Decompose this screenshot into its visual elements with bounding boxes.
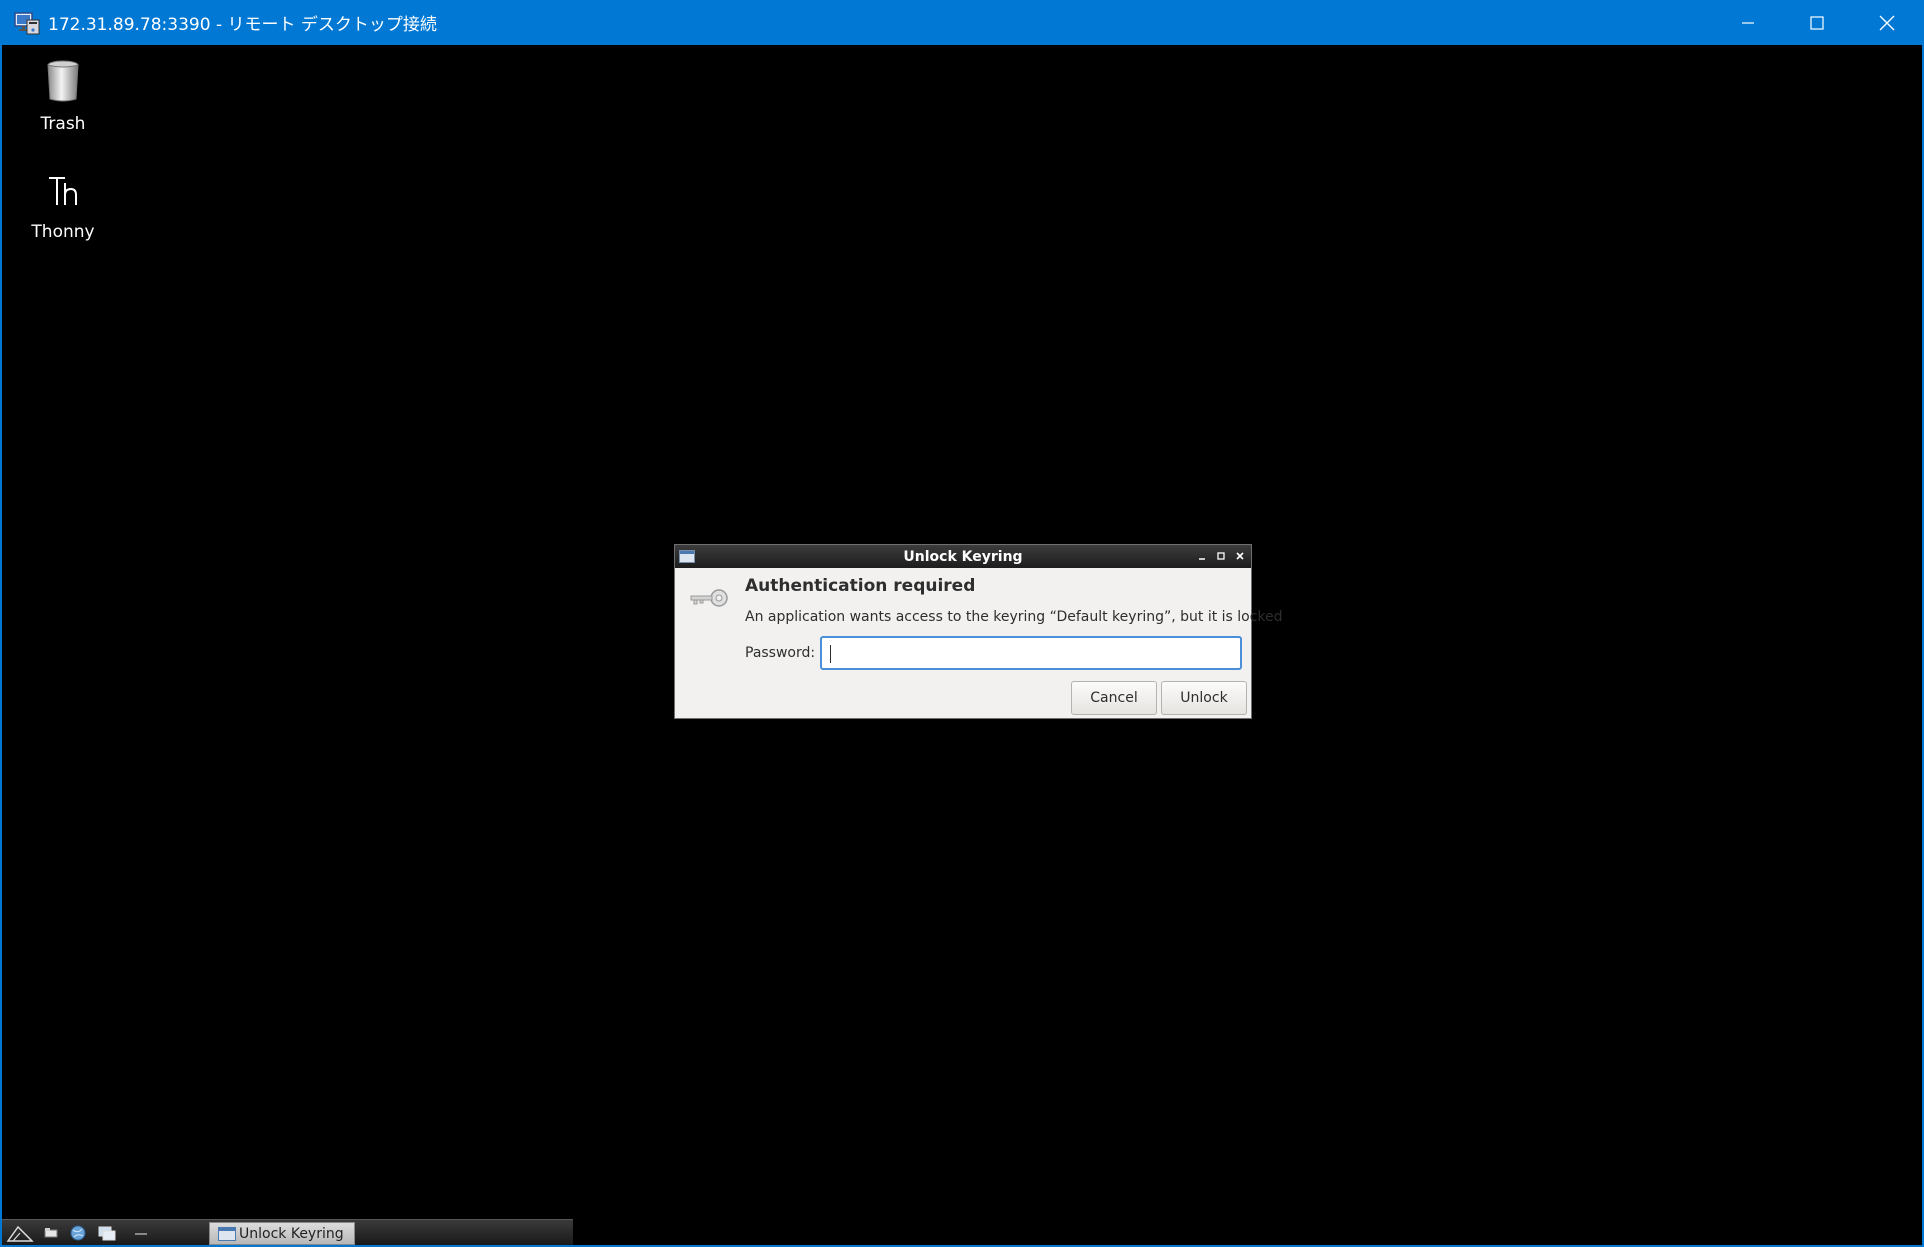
folder-icon <box>44 1228 58 1238</box>
key-icon <box>689 584 731 612</box>
rdp-titlebar[interactable]: 172.31.89.78:3390 - リモート デスクトップ接続 <box>0 0 1924 45</box>
window-title: 172.31.89.78:3390 - リモート デスクトップ接続 <box>48 15 437 35</box>
close-icon <box>1879 15 1895 30</box>
globe-icon <box>70 1225 86 1241</box>
taskbar-task-unlock-keyring[interactable]: Unlock Keyring <box>209 1222 355 1245</box>
minimize-button[interactable] <box>1713 0 1783 45</box>
dialog-minimize-button[interactable] <box>1195 549 1209 563</box>
unlock-keyring-dialog: Unlock Keyring Authentication required A… <box>674 544 1283 719</box>
auth-message: An application wants access to the keyri… <box>745 609 1283 625</box>
unlock-button[interactable]: Unlock <box>1161 681 1247 715</box>
minimize-icon <box>1199 558 1205 560</box>
desktop-icon-label: Trash <box>40 114 86 134</box>
desktop-icon-trash[interactable]: Trash <box>8 59 118 134</box>
remote-desktop-icon <box>14 10 40 36</box>
menu-icon <box>6 1225 34 1242</box>
window-icon <box>679 550 695 563</box>
thonny-icon <box>49 177 77 205</box>
password-input[interactable] <box>820 636 1242 670</box>
maximize-button[interactable] <box>1782 0 1852 45</box>
show-desktop-button[interactable] <box>132 1224 152 1242</box>
remote-desktop[interactable]: Trash Thonny Unlock Keyring Authenticati… <box>2 45 1922 1245</box>
rdp-window: 172.31.89.78:3390 - リモート デスクトップ接続 Trash … <box>0 0 1924 1247</box>
close-icon <box>1236 552 1244 560</box>
auth-heading: Authentication required <box>745 576 976 596</box>
text-cursor <box>830 645 831 663</box>
maximize-icon <box>1217 552 1225 560</box>
maximize-icon <box>1810 15 1824 30</box>
start-menu-button[interactable] <box>6 1224 34 1242</box>
window-switcher-launcher[interactable] <box>97 1224 117 1242</box>
windows-icon <box>98 1226 116 1241</box>
dialog-title: Unlock Keyring <box>903 548 1023 565</box>
minimize-all-icon <box>135 1233 147 1235</box>
file-manager-launcher[interactable] <box>42 1224 62 1242</box>
minimize-icon <box>1742 21 1754 24</box>
taskbar: Unlock Keyring <box>2 1219 573 1245</box>
dialog-maximize-button[interactable] <box>1214 549 1228 563</box>
taskbar-task-label: Unlock Keyring <box>239 1225 344 1242</box>
window-icon <box>218 1226 236 1241</box>
trash-icon <box>47 60 79 102</box>
cancel-button[interactable]: Cancel <box>1071 681 1157 715</box>
dialog-titlebar[interactable]: Unlock Keyring <box>675 545 1251 568</box>
desktop-icon-thonny[interactable]: Thonny <box>8 171 118 242</box>
browser-launcher[interactable] <box>68 1224 88 1242</box>
password-label: Password: <box>745 645 816 661</box>
dialog-close-button[interactable] <box>1233 549 1247 563</box>
desktop-icon-label: Thonny <box>31 222 95 242</box>
close-button[interactable] <box>1852 0 1922 45</box>
